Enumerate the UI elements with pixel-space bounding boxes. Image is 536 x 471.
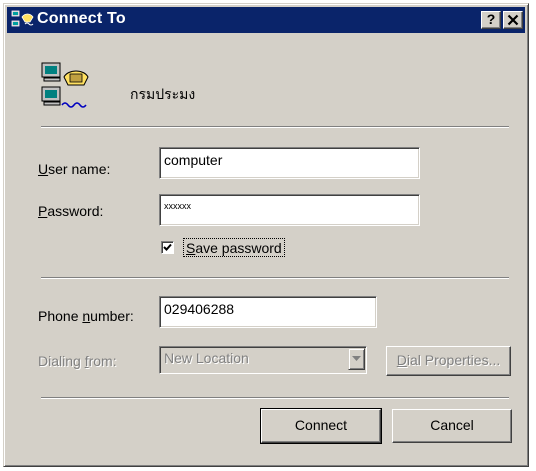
save-password-checkbox[interactable]	[161, 241, 174, 254]
password-input[interactable]: xxxxxx	[159, 194, 420, 226]
help-button[interactable]: ?	[481, 11, 501, 29]
dialing-from-select[interactable]: New Location	[159, 346, 367, 374]
phone-number-input[interactable]: 029406288	[159, 296, 377, 328]
network-connection-icon	[11, 10, 35, 30]
dialup-computers-phone-icon	[40, 61, 92, 113]
separator-middle	[41, 277, 509, 279]
close-button[interactable]	[503, 11, 523, 29]
separator-bottom	[41, 397, 509, 399]
dialing-from-label: Dialing from:	[38, 353, 117, 369]
chevron-down-icon	[352, 356, 361, 361]
cancel-button[interactable]: Cancel	[392, 409, 512, 443]
window-title: Connect To	[37, 10, 126, 27]
connect-button[interactable]: Connect	[260, 408, 382, 444]
phone-number-label: Phone number:	[38, 308, 134, 324]
dialing-from-dropdown-button[interactable]	[348, 348, 365, 370]
username-input[interactable]: computer	[159, 147, 420, 179]
password-label: Password:	[38, 203, 104, 219]
separator-top	[41, 126, 509, 128]
checkmark-icon	[163, 243, 172, 251]
title-bar[interactable]: Connect To ?	[7, 7, 525, 33]
close-icon	[507, 14, 519, 26]
save-password-label[interactable]: Save password	[183, 238, 285, 257]
dial-properties-button[interactable]: Dial Properties...	[386, 346, 511, 376]
connect-to-dialog: Connect To ? กรมประมง User name: compute…	[3, 3, 529, 467]
username-label: User name:	[38, 161, 111, 177]
connection-name: กรมประมง	[130, 86, 196, 102]
